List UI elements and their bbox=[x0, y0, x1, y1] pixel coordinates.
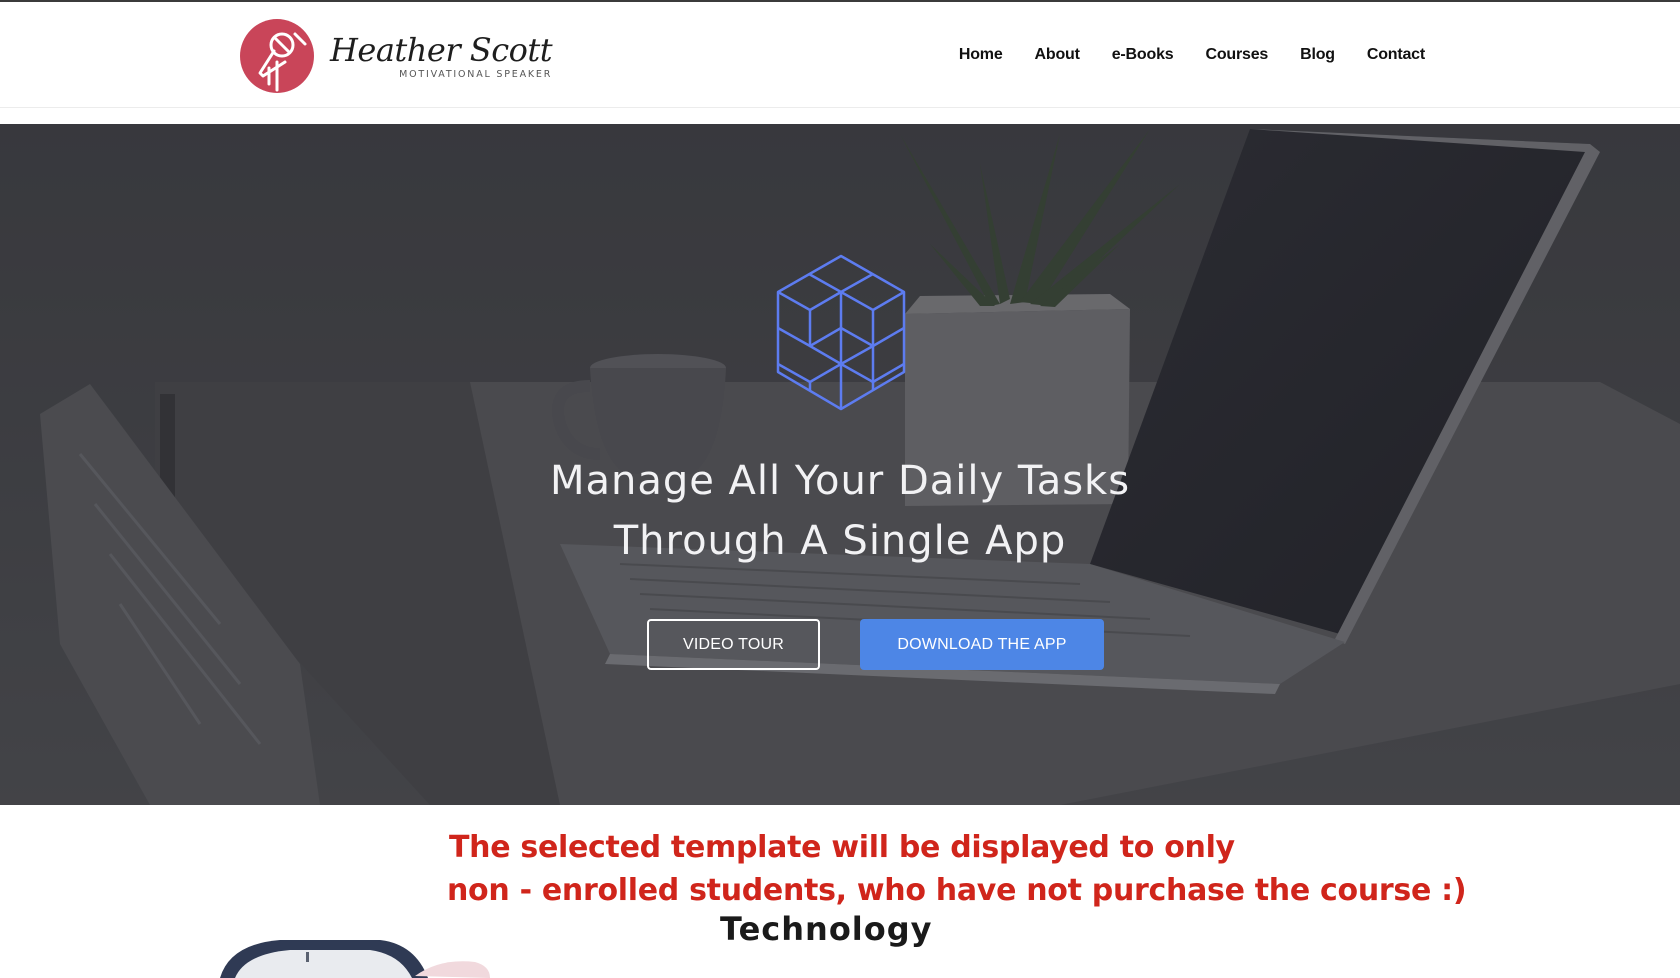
hero-title-line-1: Manage All Your Daily Tasks bbox=[549, 458, 1131, 504]
brand-tagline: MOTIVATIONAL SPEAKER bbox=[399, 68, 553, 80]
brand[interactable]: Heather Scott MOTIVATIONAL SPEAKER bbox=[239, 18, 553, 94]
site-header: Heather Scott MOTIVATIONAL SPEAKER Home … bbox=[0, 2, 1680, 108]
nav-blog[interactable]: Blog bbox=[1300, 46, 1335, 64]
download-app-button[interactable]: DOWNLOAD THE APP bbox=[860, 619, 1104, 670]
hero-title-line-2: Through A Single App bbox=[613, 518, 1067, 564]
hero-content: Manage All Your Daily Tasks Through A Si… bbox=[0, 124, 1680, 805]
nav-contact[interactable]: Contact bbox=[1367, 46, 1425, 64]
smartwatch-image bbox=[220, 940, 490, 978]
brand-name: Heather Scott bbox=[330, 30, 553, 69]
nav-home[interactable]: Home bbox=[959, 46, 1003, 64]
microphone-logo-icon bbox=[240, 19, 314, 93]
nav-ebooks[interactable]: e-Books bbox=[1112, 46, 1174, 64]
main-nav: Home About e-Books Courses Blog Contact bbox=[927, 46, 1425, 64]
template-notice: The selected template will be displayed … bbox=[447, 826, 1547, 912]
section-title: Technology bbox=[720, 910, 933, 948]
notice-line-2: non - enrolled students, who have not pu… bbox=[447, 873, 1467, 908]
nav-courses[interactable]: Courses bbox=[1205, 46, 1268, 64]
hero-title: Manage All Your Daily Tasks Through A Si… bbox=[390, 451, 1290, 571]
cube-stack-icon bbox=[776, 254, 906, 411]
nav-about[interactable]: About bbox=[1035, 46, 1080, 64]
brand-text: Heather Scott MOTIVATIONAL SPEAKER bbox=[330, 30, 553, 81]
notice-line-1: The selected template will be displayed … bbox=[449, 830, 1235, 865]
hero-section: Manage All Your Daily Tasks Through A Si… bbox=[0, 124, 1680, 805]
video-tour-button[interactable]: VIDEO TOUR bbox=[647, 619, 820, 670]
